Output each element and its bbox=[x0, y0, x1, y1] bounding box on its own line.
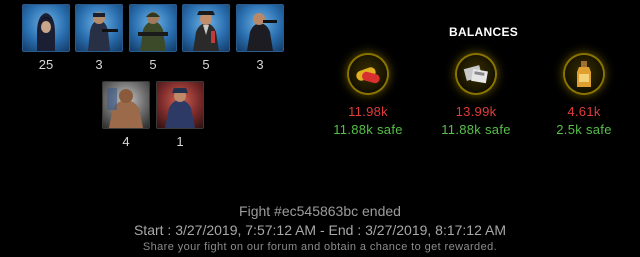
hitman-portrait bbox=[236, 4, 284, 52]
resource-bottle: 4.61k 2.5k safe bbox=[529, 55, 639, 137]
hooded-agent-portrait bbox=[22, 4, 70, 52]
gangster-portrait bbox=[182, 4, 230, 52]
unit-count: 5 bbox=[149, 57, 157, 72]
unit-count: 4 bbox=[122, 134, 130, 149]
resource-amount: 11.98k bbox=[348, 104, 388, 119]
metal-bars-icon bbox=[457, 55, 495, 93]
unit-roster: 25 3 5 5 3 4 1 bbox=[0, 0, 300, 160]
bottle-icon bbox=[565, 55, 603, 93]
unit-mercenary[interactable]: 3 bbox=[75, 4, 123, 72]
unit-gangster[interactable]: 5 bbox=[182, 4, 230, 72]
balances-title: BALANCES bbox=[449, 25, 519, 39]
unit-hitman[interactable]: 3 bbox=[236, 4, 284, 72]
unit-count: 5 bbox=[202, 57, 210, 72]
resource-amount: 4.61k bbox=[567, 104, 601, 119]
unit-count: 1 bbox=[176, 134, 184, 149]
resource-metal: 13.99k 11.88k safe bbox=[421, 55, 531, 137]
unit-hooded-agent[interactable]: 25 bbox=[22, 4, 70, 72]
thug-portrait bbox=[156, 81, 204, 129]
resource-amount: 13.99k bbox=[455, 104, 497, 119]
fight-times: Start : 3/27/2019, 7:57:12 AM - End : 3/… bbox=[133, 222, 507, 238]
mercenary-portrait bbox=[75, 4, 123, 52]
share-hint: Share your fight on our forum and obtain… bbox=[142, 241, 498, 253]
fight-status: Fight #ec545863bc ended bbox=[239, 203, 401, 219]
unit-count: 3 bbox=[256, 57, 264, 72]
brawler-portrait bbox=[102, 81, 150, 129]
resource-safe: 2.5k safe bbox=[556, 122, 612, 137]
resource-pills: 11.98k 11.88k safe bbox=[313, 55, 423, 137]
soldier-portrait bbox=[129, 4, 177, 52]
resource-safe: 11.88k safe bbox=[441, 122, 511, 137]
unit-count: 25 bbox=[38, 57, 54, 72]
resource-safe: 11.88k safe bbox=[333, 122, 403, 137]
unit-brawler[interactable]: 4 bbox=[102, 81, 150, 149]
pill-capsules-icon bbox=[349, 55, 387, 93]
unit-thug[interactable]: 1 bbox=[156, 81, 204, 149]
unit-soldier[interactable]: 5 bbox=[129, 4, 177, 72]
unit-count: 3 bbox=[95, 57, 103, 72]
